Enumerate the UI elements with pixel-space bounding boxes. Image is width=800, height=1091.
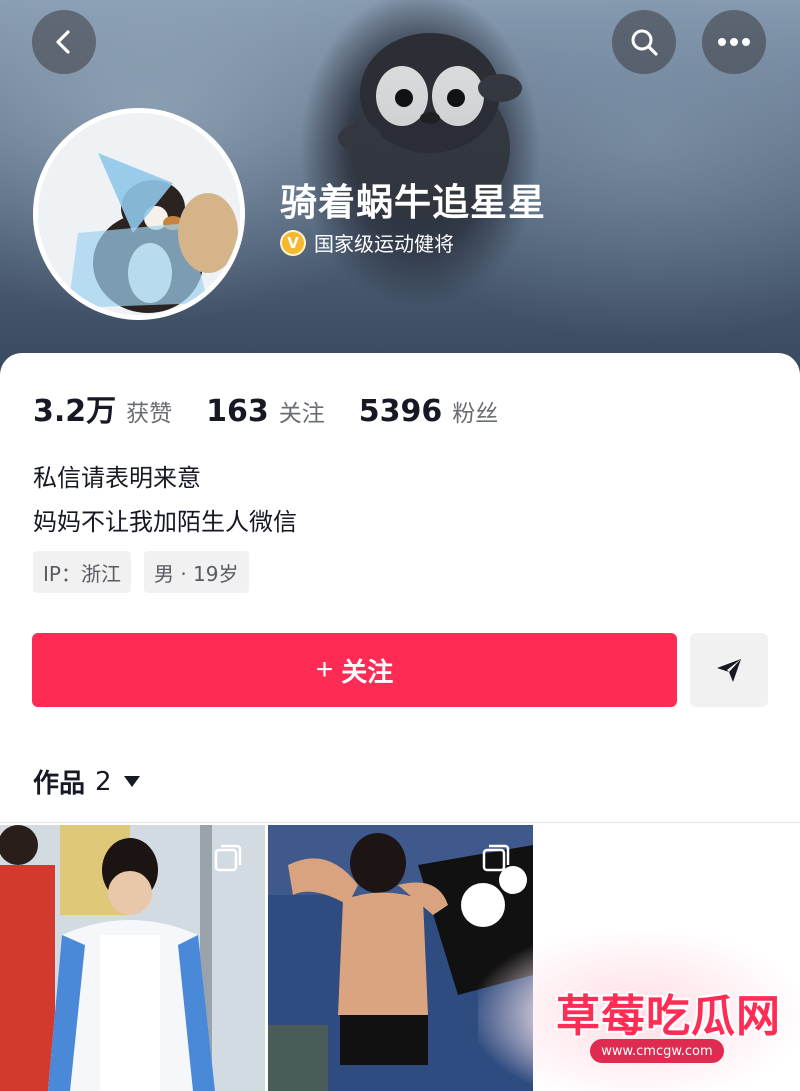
stats-row: 3.2万 获赞 163 关注 5396 粉丝 xyxy=(33,386,532,430)
stat-following-label: 关注 xyxy=(278,401,325,427)
profile-tags: IP：浙江 男 · 19岁 xyxy=(33,551,249,593)
multi-image-icon xyxy=(482,844,510,872)
bio: 私信请表明来意 妈妈不让我加陌生人微信 xyxy=(33,456,297,544)
chevron-left-icon xyxy=(56,30,70,54)
stat-followers-label: 粉丝 xyxy=(452,401,499,427)
multi-image-icon xyxy=(214,844,242,872)
more-options-button[interactable] xyxy=(702,10,766,74)
ip-location-tag: IP：浙江 xyxy=(33,551,131,593)
bio-line-2: 妈妈不让我加陌生人微信 xyxy=(33,508,297,536)
bio-line-1: 私信请表明来意 xyxy=(33,464,201,492)
video-thumbnail-1[interactable] xyxy=(0,825,265,1091)
divider xyxy=(0,822,800,823)
back-button[interactable] xyxy=(32,10,96,74)
stat-likes[interactable]: 3.2万 获赞 xyxy=(33,386,172,430)
search-icon xyxy=(631,29,658,56)
more-horizontal-icon xyxy=(718,38,750,46)
gender-age-tag: 男 · 19岁 xyxy=(143,551,249,593)
tab-works-count: 2 xyxy=(95,766,112,797)
stat-likes-value: 3.2万 xyxy=(33,394,117,429)
avatar[interactable] xyxy=(33,108,245,320)
plus-icon: + xyxy=(315,653,334,686)
verification-text: 国家级运动健将 xyxy=(314,232,454,256)
watermark-title: 草莓吃瓜网 xyxy=(556,991,781,1042)
follow-button[interactable]: + 关注 xyxy=(32,633,677,707)
stat-following[interactable]: 163 关注 xyxy=(206,394,325,429)
watermark-url: www.cmcgw.com xyxy=(590,1039,724,1063)
stat-followers[interactable]: 5396 粉丝 xyxy=(359,394,499,429)
avatar-dog-image xyxy=(38,113,240,315)
stat-followers-value: 5396 xyxy=(358,394,443,429)
send-message-button[interactable] xyxy=(690,633,768,707)
stat-likes-label: 获赞 xyxy=(126,401,173,427)
caret-down-icon xyxy=(123,776,140,787)
search-button[interactable] xyxy=(612,10,676,74)
send-icon xyxy=(717,659,741,682)
follow-label: 关注 xyxy=(341,656,394,687)
stat-following-value: 163 xyxy=(206,394,269,429)
tab-works[interactable]: 作品 2 xyxy=(33,763,140,800)
tab-works-label: 作品 xyxy=(33,769,86,799)
verified-badge-icon: V xyxy=(280,229,306,256)
username: 骑着蜗牛追星星 xyxy=(280,181,546,224)
verification-row: V 国家级运动健将 xyxy=(280,228,454,257)
